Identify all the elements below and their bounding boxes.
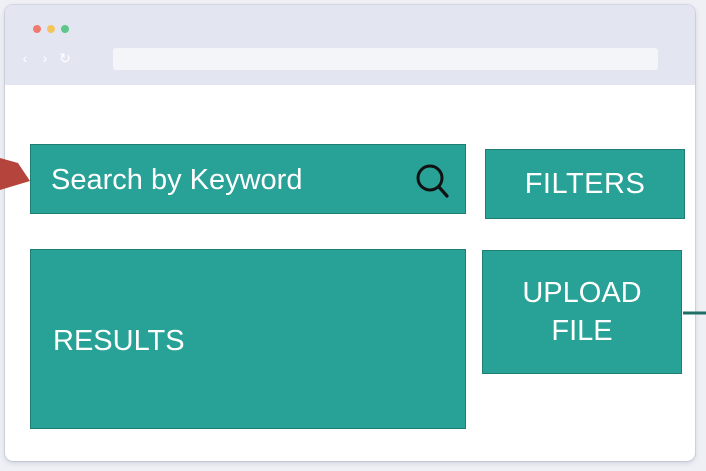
results-label: RESULTS bbox=[53, 325, 185, 357]
upload-label-line-1: UPLOAD bbox=[522, 277, 642, 309]
upload-file-button[interactable]: UPLOAD FILE bbox=[482, 250, 682, 374]
back-icon[interactable]: ‹ bbox=[19, 50, 31, 66]
window-controls bbox=[33, 25, 69, 33]
browser-toolbar: ‹ › ↻ bbox=[5, 5, 695, 85]
maximize-window-button[interactable] bbox=[61, 25, 69, 33]
search-bar[interactable]: Search by Keyword bbox=[30, 144, 466, 214]
navigation-controls: ‹ › ↻ bbox=[19, 50, 71, 66]
minimize-window-button[interactable] bbox=[47, 25, 55, 33]
close-window-button[interactable] bbox=[33, 25, 41, 33]
address-bar[interactable] bbox=[113, 48, 658, 70]
filters-button[interactable]: FILTERS bbox=[485, 149, 685, 219]
forward-icon[interactable]: › bbox=[39, 50, 51, 66]
search-icon[interactable] bbox=[413, 162, 451, 200]
results-panel: RESULTS bbox=[30, 249, 466, 429]
upload-label-line-2: FILE bbox=[551, 315, 613, 347]
reload-icon[interactable]: ↻ bbox=[59, 50, 71, 66]
search-input-label: Search by Keyword bbox=[51, 164, 303, 196]
